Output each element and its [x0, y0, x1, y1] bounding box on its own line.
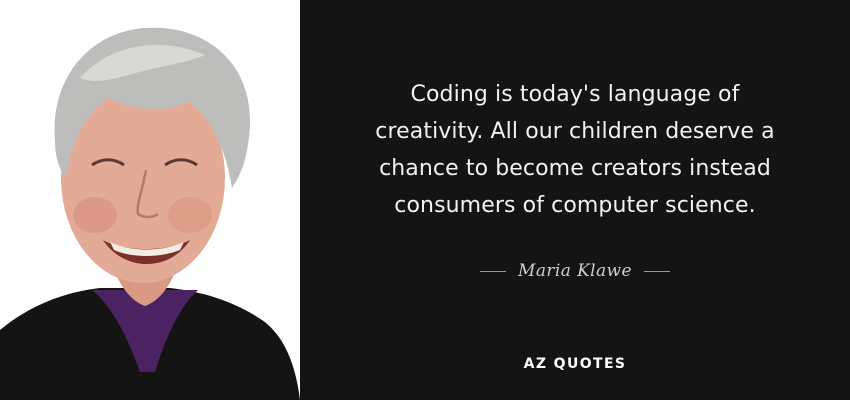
author-photo	[0, 0, 300, 400]
author-portrait-image	[0, 0, 300, 400]
author-divider-right	[643, 270, 670, 272]
quote-panel: Coding is today's language of creativity…	[300, 0, 850, 400]
quote-line: chance to become creators instead	[379, 156, 771, 181]
quote-line: consumers of computer science.	[394, 193, 756, 218]
quote-card: Coding is today's language of creativity…	[0, 0, 850, 400]
author-divider-left	[480, 270, 507, 272]
author-attribution: Maria Klawe	[300, 256, 850, 286]
quote-text: Coding is today's language of creativity…	[300, 76, 850, 224]
quote-line: Coding is today's language of	[410, 82, 740, 107]
author-name: Maria Klawe	[518, 261, 632, 281]
quote-line: creativity. All our children deserve a	[375, 119, 775, 144]
brand-logo: AZ QUOTES	[523, 356, 627, 372]
